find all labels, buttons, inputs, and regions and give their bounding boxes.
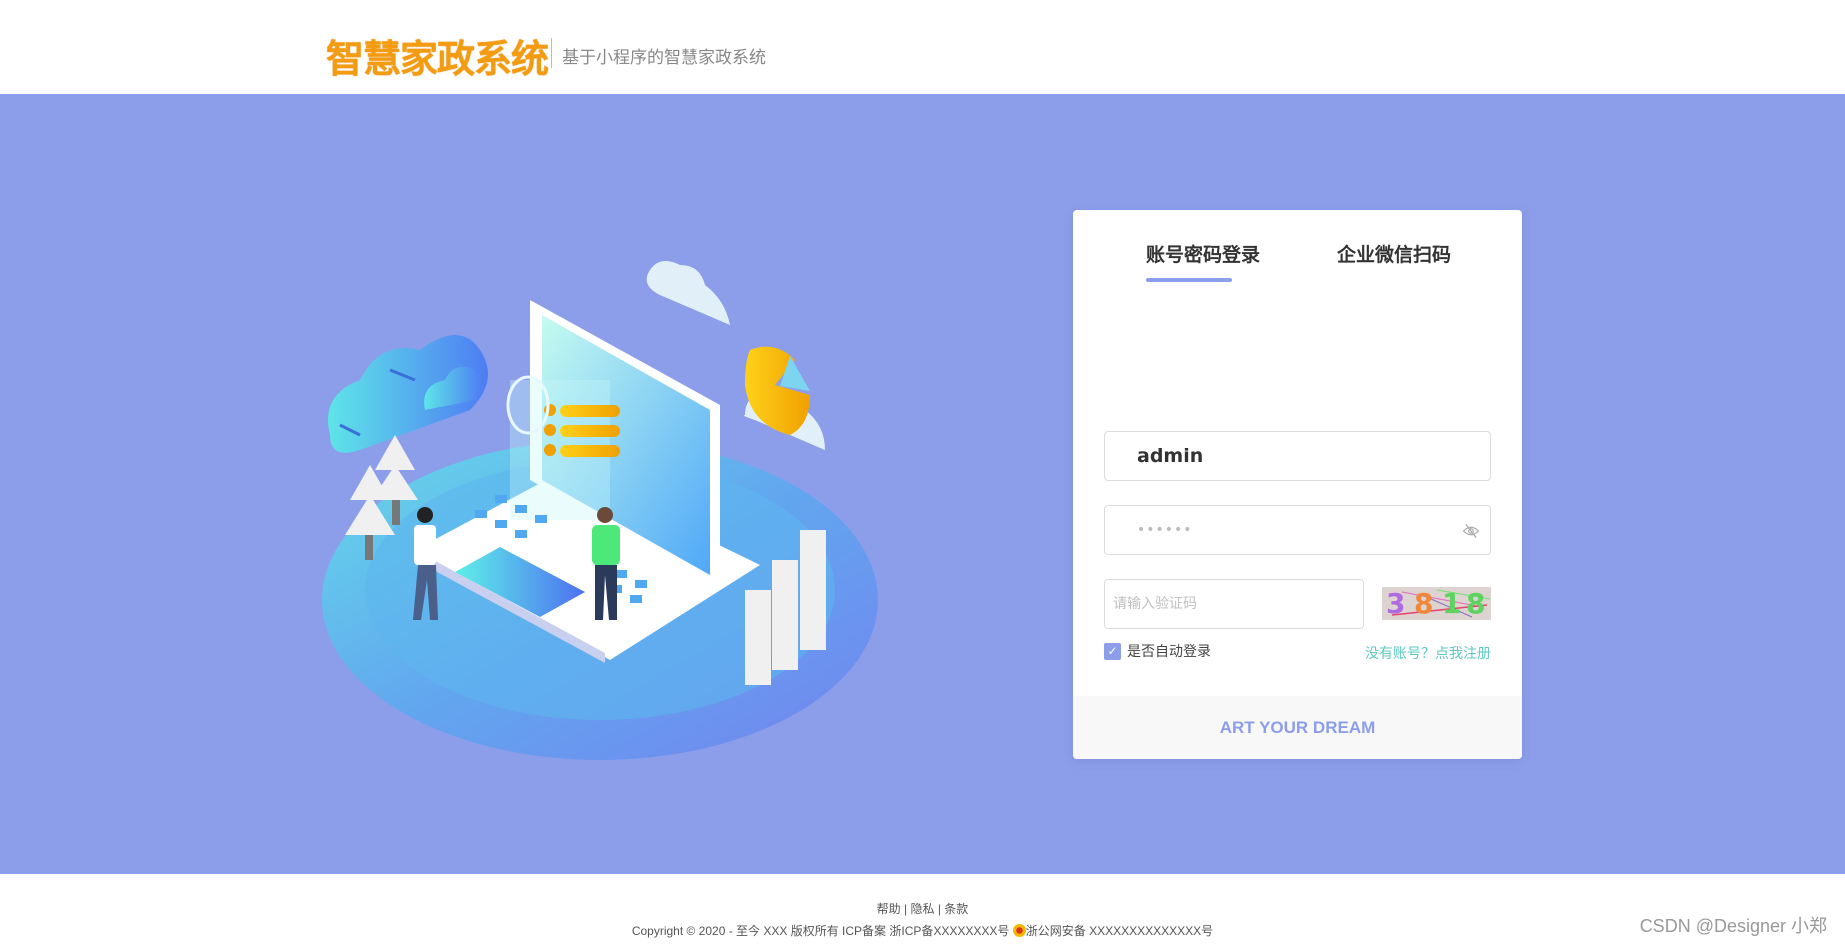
police-record[interactable]: 浙公网安备 XXXXXXXXXXXXXX号 <box>1026 924 1213 938</box>
watermark: CSDN @Designer 小郑 <box>1639 916 1827 936</box>
captcha-field[interactable] <box>1104 579 1364 629</box>
password-field[interactable] <box>1104 505 1491 555</box>
slogan: ART YOUR DREAM <box>1219 717 1376 737</box>
captcha-digit: 8 <box>1466 587 1486 620</box>
remember-checkbox[interactable]: ✓ <box>1104 642 1121 660</box>
main-area: 账号密码登录 企业微信扫码 3 8 1 8 <box>0 94 1845 874</box>
active-tab-indicator <box>1146 278 1232 282</box>
cloud-top-icon <box>646 261 730 325</box>
site-subtitle: 基于小程序的智慧家政系统 <box>562 48 766 67</box>
captcha-input[interactable] <box>1105 580 1363 628</box>
login-card: 账号密码登录 企业微信扫码 3 8 1 8 <box>1073 210 1522 759</box>
copyright-text: Copyright © 2020 - 至今 XXX 版权所有 ICP备案 浙IC… <box>631 924 1010 938</box>
remember-label: 是否自动登录 <box>1127 643 1211 659</box>
username-field[interactable] <box>1104 431 1491 481</box>
card-footer: ART YOUR DREAM <box>1073 696 1522 759</box>
header: 智慧家政系统 基于小程序的智慧家政系统 <box>0 0 1845 94</box>
captcha-digit: 8 <box>1414 587 1434 620</box>
copyright: Copyright © 2020 - 至今 XXX 版权所有 ICP备案 浙IC… <box>0 922 1845 939</box>
captcha-digit: 1 <box>1442 587 1462 620</box>
page-footer: 帮助 | 隐私 | 条款 Copyright © 2020 - 至今 XXX 版… <box>0 874 1845 944</box>
logo[interactable]: 智慧家政系统 <box>326 28 549 83</box>
police-badge-icon <box>1012 924 1026 937</box>
register-link[interactable]: 没有账号？点我注册 <box>1365 643 1491 663</box>
list-bars-icon <box>544 404 620 457</box>
username-input[interactable] <box>1105 432 1490 480</box>
captcha-digit: 3 <box>1386 587 1406 620</box>
login-tabs: 账号密码登录 企业微信扫码 <box>1073 240 1522 290</box>
illustration <box>322 261 878 760</box>
footer-links: 帮助 | 隐私 | 条款 <box>0 900 1845 917</box>
footer-link-help[interactable]: 帮助 <box>877 902 901 916</box>
tab-account-password[interactable]: 账号密码登录 <box>1146 240 1260 267</box>
captcha-image[interactable]: 3 8 1 8 <box>1382 587 1491 620</box>
footer-link-privacy[interactable]: 隐私 <box>910 902 934 916</box>
tab-wechat-scan[interactable]: 企业微信扫码 <box>1337 240 1451 267</box>
pie-chart-icon <box>745 346 810 435</box>
remember-me[interactable]: ✓ 是否自动登录 <box>1104 641 1211 661</box>
eye-slash-icon[interactable] <box>1462 522 1480 540</box>
logo-divider <box>551 38 552 68</box>
password-input[interactable] <box>1105 506 1490 554</box>
footer-link-terms[interactable]: 条款 <box>944 902 968 916</box>
